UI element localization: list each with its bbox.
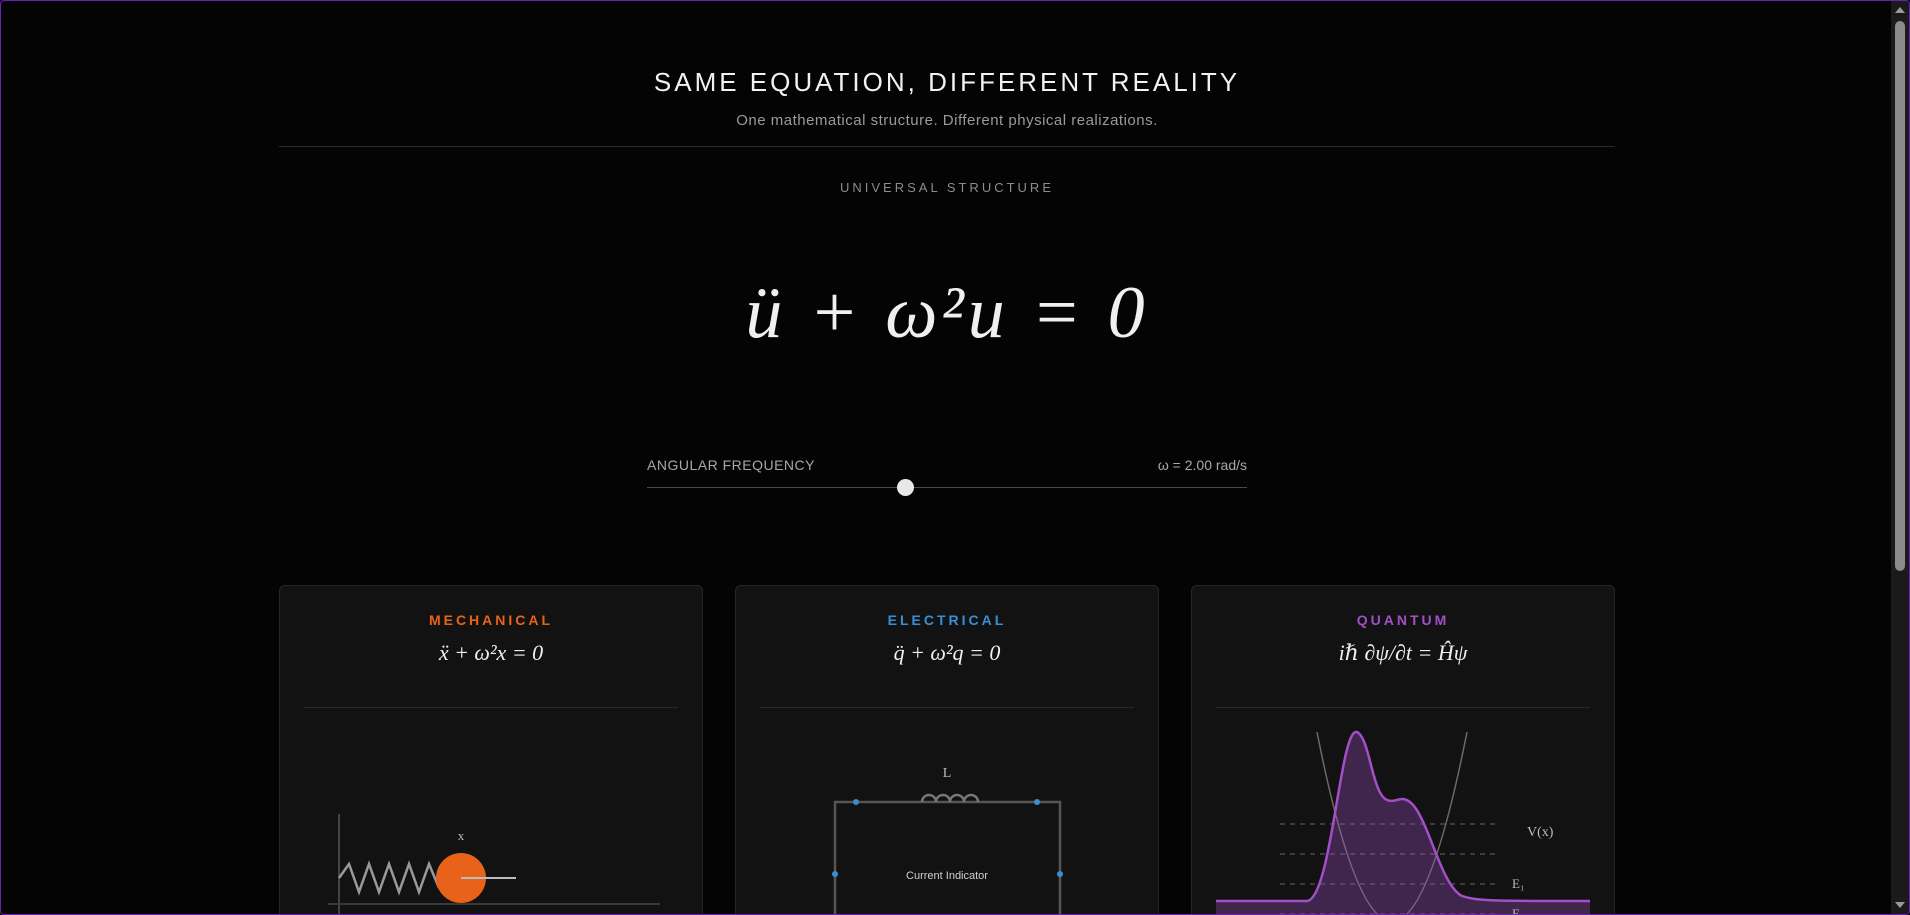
inductor-label: L [943,766,952,781]
charge-label: q [944,909,950,915]
scroll-down-arrow-icon[interactable] [1895,902,1905,908]
page-subtitle: One mathematical structure. Different ph… [736,112,1158,129]
universal-structure-label: UNIVERSAL STRUCTURE [840,180,1054,195]
potential-label: V(x) [1527,825,1554,840]
spring [337,860,441,896]
electrical-diagram: L Current Indicator q [832,766,1063,915]
charge-dot [853,799,859,805]
circuit-loop [833,800,1062,914]
vertical-scrollbar[interactable] [1891,1,1909,914]
current-indicator-label: Current Indicator [906,870,988,882]
slider-value: ω = 2.00 rad/s [1157,457,1247,473]
displacement-label: x [458,828,465,843]
page-header: SAME EQUATION, DIFFERENT REALITY One mat… [279,1,1615,129]
mechanical-card: MECHANICAL ẍ + ω²x = 0 x [279,585,703,914]
quantum-diagram: V(x) E₁ E₀ [1216,730,1591,915]
universal-equation: ü + ω²u = 0 [745,272,1149,354]
mechanical-diagram: x [328,814,660,914]
energy-label-e1: E₁ [1512,876,1524,891]
page-title: SAME EQUATION, DIFFERENT REALITY [653,67,1241,97]
scroll-thumb[interactable] [1895,21,1905,571]
electrical-card: ELECTRICAL q̈ + ω²q = 0 L Current Indica… [735,585,1159,915]
charge-dot [832,871,838,877]
charge-dot [1034,799,1040,805]
app-window: SAME EQUATION, DIFFERENT REALITY One mat… [0,0,1910,915]
wavefunction-area [1216,731,1590,914]
scroll-up-arrow-icon[interactable] [1895,7,1905,13]
quantum-card: QUANTUM iℏ ∂ψ/∂t = Ĥψ V(x) E₁ E₀ [1191,585,1615,915]
slider-track[interactable] [647,487,1247,488]
charge-dot [1057,871,1063,877]
slider-label: ANGULAR FREQUENCY [647,457,815,473]
slider-thumb[interactable] [897,479,914,496]
header-divider [279,146,1615,147]
energy-label-e0: E₀ [1512,906,1524,915]
